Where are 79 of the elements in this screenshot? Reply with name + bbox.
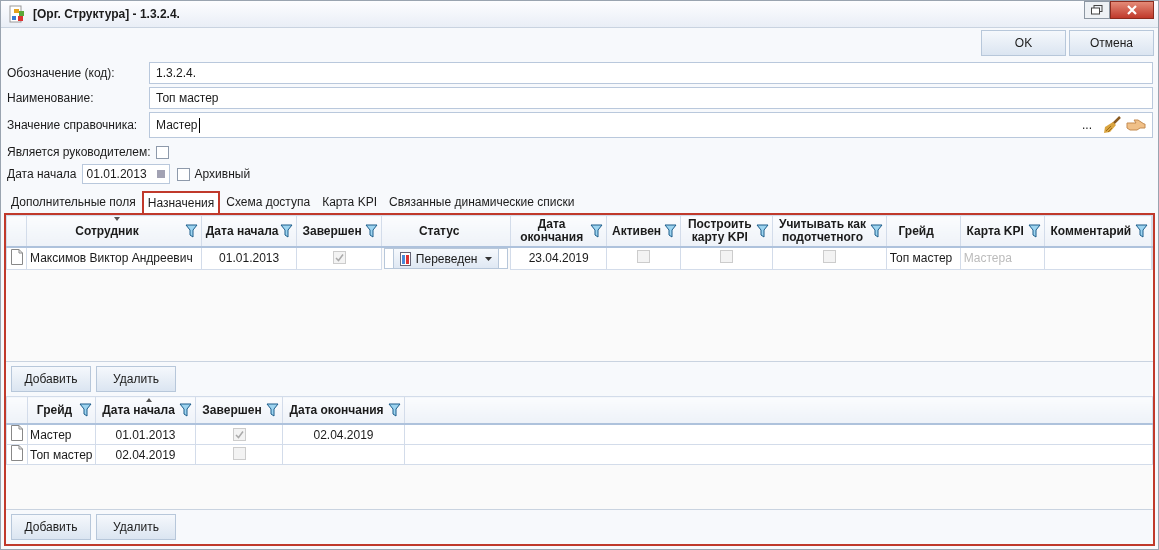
tab[interactable]: Назначения	[141, 191, 221, 213]
filter-icon[interactable]	[1027, 224, 1041, 238]
broom-icon[interactable]	[1102, 116, 1122, 134]
add-button[interactable]: Добавить	[11, 514, 91, 540]
field-label: Обозначение (код):	[7, 66, 116, 80]
tab[interactable]: Карта KPI	[316, 191, 383, 213]
table-cell: Мастер	[30, 427, 72, 442]
filter-icon[interactable]	[756, 224, 770, 238]
checkbox[interactable]	[232, 446, 246, 460]
close-icon	[1127, 5, 1137, 15]
filter-icon[interactable]	[179, 403, 192, 418]
filter-icon[interactable]	[664, 224, 678, 238]
checkbox[interactable]	[155, 145, 169, 159]
table-cell: 01.01.2013	[115, 427, 176, 442]
tab[interactable]: Связанные динамические списки	[383, 191, 581, 213]
restore-icon	[1091, 5, 1103, 15]
column-header[interactable]: Дата начала	[201, 215, 297, 247]
status-dropdown[interactable]: Переведен	[392, 248, 500, 269]
filter-icon[interactable]	[184, 224, 198, 238]
checkbox[interactable]	[232, 427, 246, 441]
table-cell: 02.04.2019	[313, 427, 374, 442]
table-cell: 02.04.2019	[115, 447, 176, 462]
input-field[interactable]: 1.3.2.4.	[149, 62, 1153, 84]
table-cell: 23.04.2019	[528, 251, 589, 266]
tab[interactable]: Схема доступа	[220, 191, 317, 213]
column-header[interactable]: Статус	[381, 215, 511, 247]
input-field[interactable]: Мастер ...	[149, 112, 1153, 138]
column-header[interactable]: Завершен	[195, 396, 283, 425]
filter-icon[interactable]	[388, 403, 401, 418]
field-label: Дата начала	[7, 167, 77, 181]
restore-button[interactable]	[1084, 1, 1110, 19]
cancel-button[interactable]: Отмена	[1069, 30, 1154, 56]
field-label: Наименование:	[7, 91, 95, 105]
table-cell: Топ мастер	[889, 251, 953, 266]
org-chart-icon	[9, 5, 25, 23]
filter-icon[interactable]	[1135, 224, 1148, 238]
document-icon	[399, 251, 412, 266]
checkbox-label: Является руководителем:	[7, 145, 151, 159]
close-button[interactable]	[1110, 1, 1154, 19]
table-cell: Максимов Виктор Андреевич	[30, 251, 193, 266]
column-header[interactable]: Дата начала	[95, 396, 196, 425]
column-header[interactable]: Завершен	[296, 215, 382, 247]
filter-icon[interactable]	[364, 224, 378, 238]
field-label: Значение справочника:	[7, 118, 139, 132]
checkbox[interactable]	[823, 250, 836, 264]
delete-button[interactable]: Удалить	[96, 514, 176, 540]
column-header[interactable]: Дата окончания	[510, 215, 607, 247]
pointing-hand-icon[interactable]	[1126, 118, 1146, 132]
column-header[interactable]: Грейд	[27, 396, 96, 425]
delete-button[interactable]: Удалить	[96, 366, 176, 393]
filter-icon[interactable]	[280, 224, 294, 238]
checkbox[interactable]	[720, 250, 734, 264]
column-header[interactable]: Комментарий	[1044, 215, 1152, 247]
window-title: [Орг. Структура] - 1.3.2.4.	[33, 7, 180, 21]
checkbox[interactable]	[176, 167, 190, 181]
filter-icon[interactable]	[589, 224, 603, 238]
table-cell: Мастера	[963, 251, 1012, 266]
date-field[interactable]: 01.01.2013	[81, 164, 170, 184]
browse-button[interactable]: ...	[1082, 118, 1092, 132]
tab[interactable]: Дополнительные поля	[5, 191, 142, 213]
column-header[interactable]: Дата окончания	[282, 396, 405, 425]
input-field[interactable]: Топ мастер	[149, 87, 1153, 109]
column-header[interactable]: Сотрудник	[26, 215, 202, 247]
column-header[interactable]: Активен	[606, 215, 681, 247]
checkbox[interactable]	[637, 250, 651, 264]
checkbox-label: Архивный	[194, 167, 251, 181]
column-header[interactable]: Построить карту KPI	[680, 215, 773, 247]
column-header[interactable]: Карта KPI	[960, 215, 1045, 247]
column-header[interactable]: Учитывать как подотчетного	[772, 215, 887, 247]
filter-icon[interactable]	[266, 403, 279, 418]
ok-button[interactable]: OK	[981, 30, 1066, 56]
caret-icon	[485, 256, 493, 261]
checkbox[interactable]	[332, 251, 346, 265]
filter-icon[interactable]	[79, 403, 92, 418]
filter-icon[interactable]	[869, 224, 883, 238]
table-cell: 01.01.2013	[219, 251, 280, 266]
add-button[interactable]: Добавить	[11, 366, 91, 393]
column-header[interactable]: Грейд	[886, 215, 961, 247]
table-cell: Топ мастер	[30, 447, 93, 462]
